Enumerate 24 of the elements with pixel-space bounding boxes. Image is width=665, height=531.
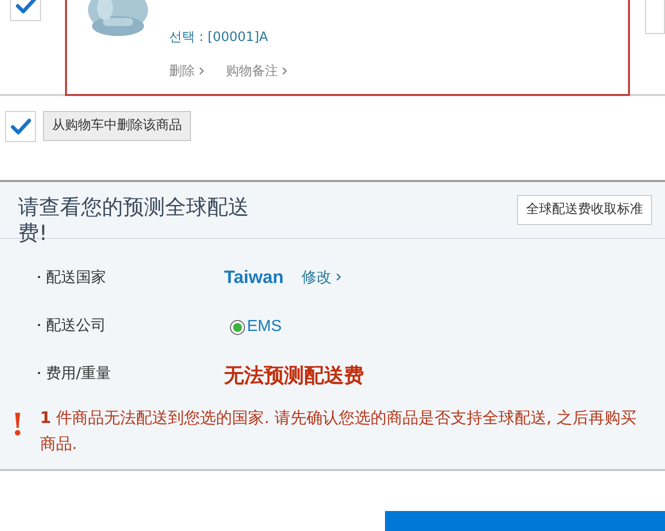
side-panel [645,0,665,34]
field-label: 配送公司 [46,314,107,336]
carrier-label: EMS [247,317,282,337]
warning-text: 1 件商品无法配送到您选的国家. 请先确认您选的商品是否支持全球配送, 之后再购买商品. [40,407,638,455]
check-icon [14,0,36,16]
remove-button[interactable]: 从购物车中删除该商品 [43,111,191,141]
action-link[interactable]: 购物备注 [226,62,287,81]
radio-button[interactable] [230,320,245,334]
country-value: Taiwan [224,266,284,288]
chevron-icon [336,273,341,281]
action-link[interactable]: 删除 [169,62,204,81]
change-link[interactable]: 修改 [302,266,341,288]
standard-button[interactable]: 全球配送费收取标准 [517,195,652,225]
chevron-icon [282,67,287,76]
field-label: 配送国家 [46,266,107,288]
check-icon [10,116,32,138]
shipping-title: 请查看您的预测全球配送费! [18,194,250,246]
checkout-button[interactable] [385,511,665,531]
option-text: 선택 : [00001]A [169,29,270,47]
field-label: 费用/重量 [46,362,112,384]
warning-icon: ! [12,405,40,445]
checkbox[interactable] [5,111,36,142]
chevron-icon [199,67,204,76]
fee-value: 无法预测配送费 [224,362,364,389]
